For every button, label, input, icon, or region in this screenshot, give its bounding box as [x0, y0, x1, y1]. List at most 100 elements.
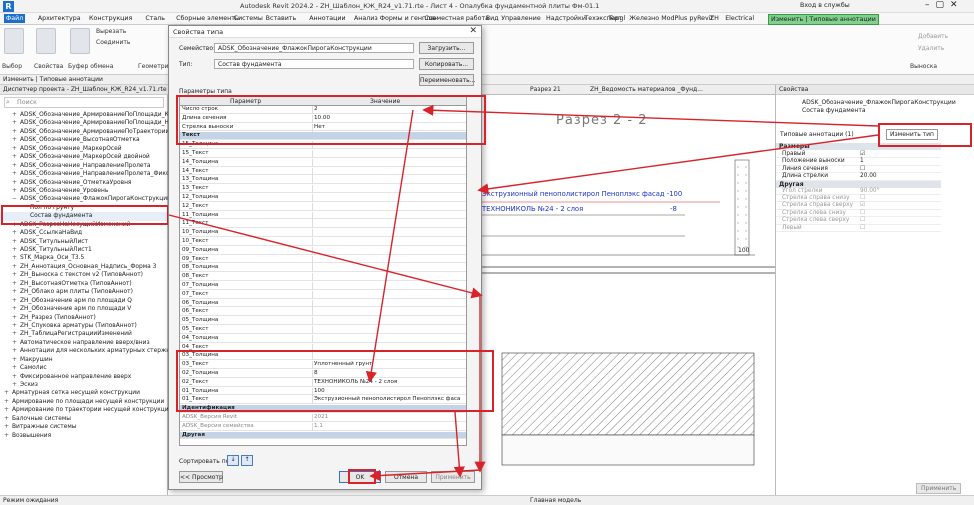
- expand-icon[interactable]: +: [12, 162, 20, 170]
- ribbon-tab[interactable]: Вставить: [264, 14, 299, 23]
- browser-tree-item[interactable]: + ZH_Разрез (ТиповАннот): [0, 314, 168, 322]
- param-row[interactable]: 14_Текст: [180, 167, 466, 176]
- type-dropdown[interactable]: Состав фундамента: [214, 59, 414, 69]
- param-value[interactable]: 1.1: [314, 423, 460, 431]
- expand-icon[interactable]: +: [12, 330, 20, 338]
- browser-tree-item[interactable]: + ZH_Обозначение арм по площади Q: [0, 297, 168, 305]
- ribbon-tab[interactable]: Системы: [232, 14, 265, 23]
- family-dropdown[interactable]: ADSK_Обозначение_ФлажокПирогаКонструкции: [214, 43, 414, 53]
- paste-button[interactable]: [70, 28, 90, 54]
- ribbon-tab[interactable]: Надстройки: [544, 14, 588, 23]
- expand-icon[interactable]: +: [12, 280, 20, 288]
- param-row[interactable]: 11_Толщина: [180, 211, 466, 220]
- param-row[interactable]: 10_Толщина: [180, 229, 466, 238]
- expand-icon[interactable]: +: [12, 128, 20, 136]
- browser-tree-item[interactable]: + ZH_Спуковка арматуры (ТиповАннот): [0, 322, 168, 330]
- param-row[interactable]: 10_Текст: [180, 238, 466, 246]
- ribbon-tab[interactable]: ZH: [708, 14, 721, 23]
- sign-in-link[interactable]: Вход в службы: [800, 2, 850, 9]
- browser-tree-item[interactable]: + ADSK_Обозначение_МаркерОсей: [0, 145, 168, 153]
- join-button[interactable]: Соединить: [96, 39, 130, 46]
- expand-icon[interactable]: +: [4, 389, 12, 397]
- modify-tool-button[interactable]: [4, 28, 24, 54]
- property-value[interactable]: ☐: [860, 225, 865, 232]
- browser-tree-item[interactable]: − ADSK_Обозначение_ФлажокПирогаКонструкци…: [0, 195, 168, 203]
- property-row[interactable]: Левый ☐: [776, 225, 941, 232]
- browser-tree-item[interactable]: + ADSK_СсылкаНаВид: [0, 229, 168, 237]
- param-row[interactable]: 14_Толщина: [180, 158, 466, 167]
- property-value[interactable]: ☐: [860, 166, 865, 173]
- browser-tree-item[interactable]: + Аннотации для нескольких арматурных сте…: [0, 347, 168, 355]
- browser-search-input[interactable]: Поиск: [4, 97, 164, 108]
- expand-icon[interactable]: +: [4, 415, 12, 423]
- browser-tree-item[interactable]: + Балочные системы: [0, 415, 168, 423]
- param-row[interactable]: 06_Текст: [180, 308, 466, 317]
- expand-icon[interactable]: +: [12, 229, 20, 237]
- preview-button[interactable]: << Просмотр: [179, 471, 223, 483]
- expand-icon[interactable]: +: [12, 381, 20, 389]
- property-value[interactable]: 90.00°: [860, 188, 880, 195]
- expand-icon[interactable]: +: [12, 263, 20, 271]
- param-value[interactable]: 2021: [314, 414, 460, 422]
- param-row[interactable]: 05_Толщина: [180, 317, 466, 326]
- property-row[interactable]: Положение выноски 1: [776, 158, 941, 166]
- cut-button[interactable]: Вырезать: [96, 28, 126, 35]
- property-row[interactable]: Линия сечения ☐: [776, 166, 941, 174]
- type-selector[interactable]: ADSK_Обозначение_ФлажокПирогаКонструкции…: [802, 99, 972, 114]
- ribbon-tab[interactable]: Аннотации: [307, 14, 347, 23]
- ribbon-tab[interactable]: Electrical: [723, 14, 756, 23]
- browser-tree-item[interactable]: + ZH_ВысотнаяОтметка (ТиповАннот): [0, 280, 168, 288]
- browser-tree-item[interactable]: + ADSK_Обозначение_НаправлениеПролета: [0, 162, 168, 170]
- browser-tree-item[interactable]: + Фиксированное направление вверх: [0, 373, 168, 381]
- browser-tree-item[interactable]: + ADSK_Обозначение_АрмированиеПоТраектори…: [0, 128, 168, 136]
- browser-tree-item[interactable]: + ZH_Выноска с текстом v2 (ТиповАннот): [0, 271, 168, 279]
- sort-asc-icon[interactable]: ↓: [227, 455, 239, 466]
- revit-logo-icon[interactable]: R: [3, 1, 14, 12]
- copy-button[interactable]: Копировать...: [419, 58, 474, 70]
- param-row[interactable]: 13_Толщина: [180, 176, 466, 185]
- browser-tree-item[interactable]: + ZH_Облако арм плиты (ТиповАннот): [0, 288, 168, 296]
- browser-tree-item[interactable]: + ADSK_Обозначение_НаправлениеПролета_Фик…: [0, 170, 168, 178]
- expand-icon[interactable]: +: [4, 406, 12, 414]
- expand-icon[interactable]: +: [12, 347, 20, 355]
- param-row[interactable]: 12_Текст: [180, 202, 466, 211]
- expand-icon[interactable]: +: [12, 187, 20, 195]
- expand-icon[interactable]: +: [12, 297, 20, 305]
- browser-tree-item[interactable]: + ADSK_Обозначение_ВысотнаяОтметка: [0, 136, 168, 144]
- group-other[interactable]: Другая: [776, 180, 941, 188]
- expand-icon[interactable]: +: [12, 136, 20, 144]
- expand-icon[interactable]: +: [12, 373, 20, 381]
- property-value[interactable]: ☑: [860, 202, 865, 209]
- param-row[interactable]: 07_Толщина: [180, 282, 466, 290]
- param-row[interactable]: 06_Толщина: [180, 299, 466, 308]
- expand-icon[interactable]: +: [12, 153, 20, 161]
- document-tab[interactable]: ZH_Ведомость материалов _Фунд...: [590, 86, 703, 93]
- expand-icon[interactable]: +: [12, 322, 20, 330]
- expand-icon[interactable]: +: [12, 238, 20, 246]
- param-row[interactable]: 09_Текст: [180, 255, 466, 264]
- browser-tree-item[interactable]: + ADSK_Обозначение_Уровень: [0, 187, 168, 195]
- expand-icon[interactable]: +: [4, 432, 12, 440]
- property-row[interactable]: Стрелка справа снизу ☐: [776, 195, 941, 203]
- property-row[interactable]: Угол стрелки 90.00°: [776, 188, 941, 195]
- property-value[interactable]: ☑: [860, 151, 865, 158]
- browser-tree-item[interactable]: + STK_Марка_Оси_Т3.5: [0, 254, 168, 262]
- properties-button[interactable]: [36, 28, 56, 54]
- browser-tree-item[interactable]: + Макрушин: [0, 356, 168, 364]
- ribbon-tab[interactable]: Вид: [484, 14, 501, 23]
- param-row[interactable]: 08_Толщина: [180, 264, 466, 273]
- expand-icon[interactable]: +: [12, 339, 20, 347]
- expand-icon[interactable]: +: [12, 271, 20, 279]
- param-row[interactable]: ADSK_Версия семейства 1.1: [180, 422, 466, 431]
- ribbon-tab[interactable]: Файл: [3, 14, 26, 23]
- browser-tree-item[interactable]: + Эскиз: [0, 381, 168, 389]
- param-row[interactable]: 09_Толщина: [180, 246, 466, 255]
- ribbon-tab[interactable]: Изменить | Типовые аннотации: [768, 14, 879, 25]
- expand-icon[interactable]: +: [12, 179, 20, 187]
- expand-icon[interactable]: +: [12, 254, 20, 262]
- property-row[interactable]: Правый ☑: [776, 151, 941, 159]
- expand-icon[interactable]: +: [12, 364, 20, 372]
- active-model[interactable]: Главная модель: [530, 497, 581, 504]
- property-value[interactable]: 20.00: [860, 173, 877, 180]
- param-row[interactable]: 05_Текст: [180, 326, 466, 334]
